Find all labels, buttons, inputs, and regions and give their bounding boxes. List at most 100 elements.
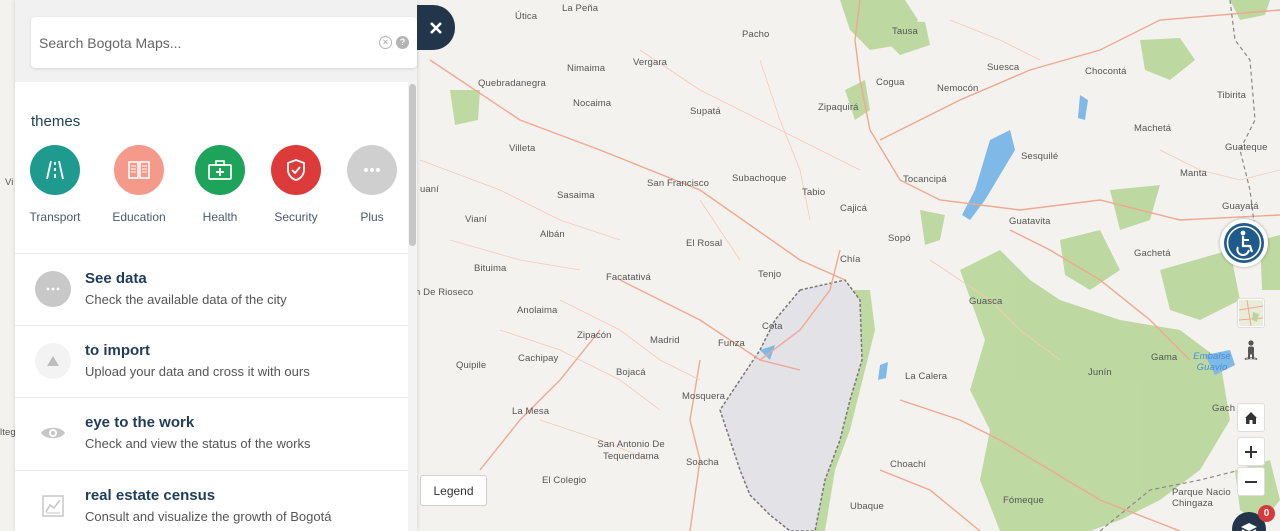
close-icon xyxy=(430,21,442,34)
place-label: Quipile xyxy=(456,360,487,371)
theme-plus[interactable]: Plus xyxy=(337,145,407,224)
home-button[interactable] xyxy=(1237,403,1265,432)
layers-icon xyxy=(1241,523,1257,531)
place-label: Sesquilé xyxy=(1021,151,1059,162)
place-label: Gama xyxy=(1151,352,1178,363)
place-label: Bituima xyxy=(474,263,507,274)
basemap-thumbnail-button[interactable] xyxy=(1237,298,1265,328)
menu-item-title: eye to the work xyxy=(85,414,195,431)
place-label: Villeta xyxy=(509,143,536,154)
theme-label: Transport xyxy=(29,210,81,224)
place-label: Subachoque xyxy=(732,173,787,184)
eye-icon xyxy=(35,415,71,451)
plus-icon xyxy=(1245,445,1257,458)
menu-item-title: See data xyxy=(85,270,147,287)
place-label: Tocancipá xyxy=(903,174,947,185)
place-label: Tausa xyxy=(892,26,918,37)
place-label: Pacho xyxy=(742,29,770,40)
place-label: Guayatá xyxy=(1222,201,1259,212)
place-label: Ubaque xyxy=(850,501,884,512)
theme-label: Education xyxy=(112,210,166,224)
place-label: Albán xyxy=(540,229,565,240)
place-label: La Mesa xyxy=(512,406,550,417)
theme-label: Health xyxy=(202,210,238,224)
theme-label: Plus xyxy=(360,210,384,224)
place-label: Vergara xyxy=(633,57,667,68)
place-label: Bojacá xyxy=(616,367,646,378)
theme-education[interactable]: Education xyxy=(104,145,174,224)
place-label: Zipacón xyxy=(577,330,612,341)
place-label: Guateque xyxy=(1225,142,1268,153)
place-label: Suesca xyxy=(987,62,1020,73)
place-label: Anolaima xyxy=(517,305,558,316)
place-label: Fómeque xyxy=(1003,495,1044,506)
more-icon xyxy=(35,271,71,307)
themes-heading: themes xyxy=(31,113,81,130)
home-icon xyxy=(1245,411,1257,424)
place-label: Gach xyxy=(1212,403,1236,414)
theme-label: Security xyxy=(274,210,318,224)
clear-icon[interactable]: × xyxy=(379,36,392,49)
place-label: San Francisco xyxy=(647,178,710,189)
map-thumbnail-icon xyxy=(1239,300,1263,326)
theme-transport[interactable]: Transport xyxy=(20,145,90,224)
place-label: Madrid xyxy=(650,335,680,346)
help-icon[interactable]: ? xyxy=(396,36,409,49)
place-label: Soacha xyxy=(686,457,719,468)
place-label: Zipaquirá xyxy=(818,102,859,113)
panel-scrollbar[interactable] xyxy=(408,82,417,531)
place-label: Tabio xyxy=(802,187,826,198)
place-label: Cota xyxy=(762,321,783,332)
place-label: Embalse Guavio xyxy=(1193,351,1231,373)
place-label: Nocaima xyxy=(573,98,612,109)
place-label: Chía xyxy=(840,254,861,265)
theme-security[interactable]: Security xyxy=(261,145,331,224)
place-label: Tenjo xyxy=(758,269,782,280)
place-label: Junín xyxy=(1088,367,1112,378)
search-input[interactable] xyxy=(39,17,359,68)
accessibility-button[interactable] xyxy=(1220,219,1268,267)
place-label: Funza xyxy=(718,338,745,349)
menu-item-description: Check the available data of the city xyxy=(85,292,287,307)
zoom-out-button[interactable] xyxy=(1237,467,1265,496)
menu-item-real-estate-census[interactable]: real estate census Consult and visualize… xyxy=(15,470,408,531)
zoom-in-button[interactable] xyxy=(1237,437,1265,466)
menu-item-see-data[interactable]: See data Check the available data of the… xyxy=(15,253,408,325)
search-box: × ? xyxy=(31,17,417,68)
menu-item-description: Consult and visualize the growth of Bogo… xyxy=(85,509,332,524)
menu-item-to-import[interactable]: to import Upload your data and cross it … xyxy=(15,325,408,397)
theme-health[interactable]: Health xyxy=(185,145,255,224)
accessibility-icon xyxy=(1224,223,1264,263)
place-label: Cajicá xyxy=(840,203,867,214)
first-aid-kit-icon xyxy=(195,145,245,195)
place-label: Tibirita xyxy=(1217,90,1246,101)
place-label: Cogua xyxy=(876,77,905,88)
place-label: El Colegio xyxy=(542,475,587,486)
place-label: Parque Nacio Chingaza xyxy=(1172,487,1231,509)
place-label: Cachipay xyxy=(518,353,559,364)
place-label: Supatá xyxy=(690,106,721,117)
pegman-icon xyxy=(1244,340,1258,360)
place-label: Guasca xyxy=(969,296,1003,307)
place-label: Sopó xyxy=(888,233,911,244)
place-label: Facatativá xyxy=(606,272,651,283)
place-label: n De Rioseco xyxy=(415,287,474,298)
street-view-button[interactable] xyxy=(1237,338,1265,362)
menu-item-description: Check and view the status of the works xyxy=(85,436,311,451)
place-label: uaní xyxy=(420,184,439,195)
chart-icon xyxy=(35,488,71,524)
place-label: San Antonio De Tequendama xyxy=(597,439,665,462)
menu-item-eye-to-the-work[interactable]: eye to the work Check and view the statu… xyxy=(15,397,408,469)
place-label: Sasaima xyxy=(557,190,595,201)
menu-item-description: Upload your data and cross it with ours xyxy=(85,364,310,379)
menu-item-title: to import xyxy=(85,342,150,359)
legend-button[interactable]: Legend xyxy=(420,475,487,506)
place-label: Machetá xyxy=(1134,123,1172,134)
scrollbar-thumb[interactable] xyxy=(409,84,416,246)
place-label: Mosquera xyxy=(682,391,726,402)
menu-item-title: real estate census xyxy=(85,487,216,504)
road-icon xyxy=(30,145,80,195)
place-label: La Peña xyxy=(562,3,599,14)
place-label: El Rosal xyxy=(686,238,723,249)
place-label: Choachí xyxy=(890,459,927,470)
